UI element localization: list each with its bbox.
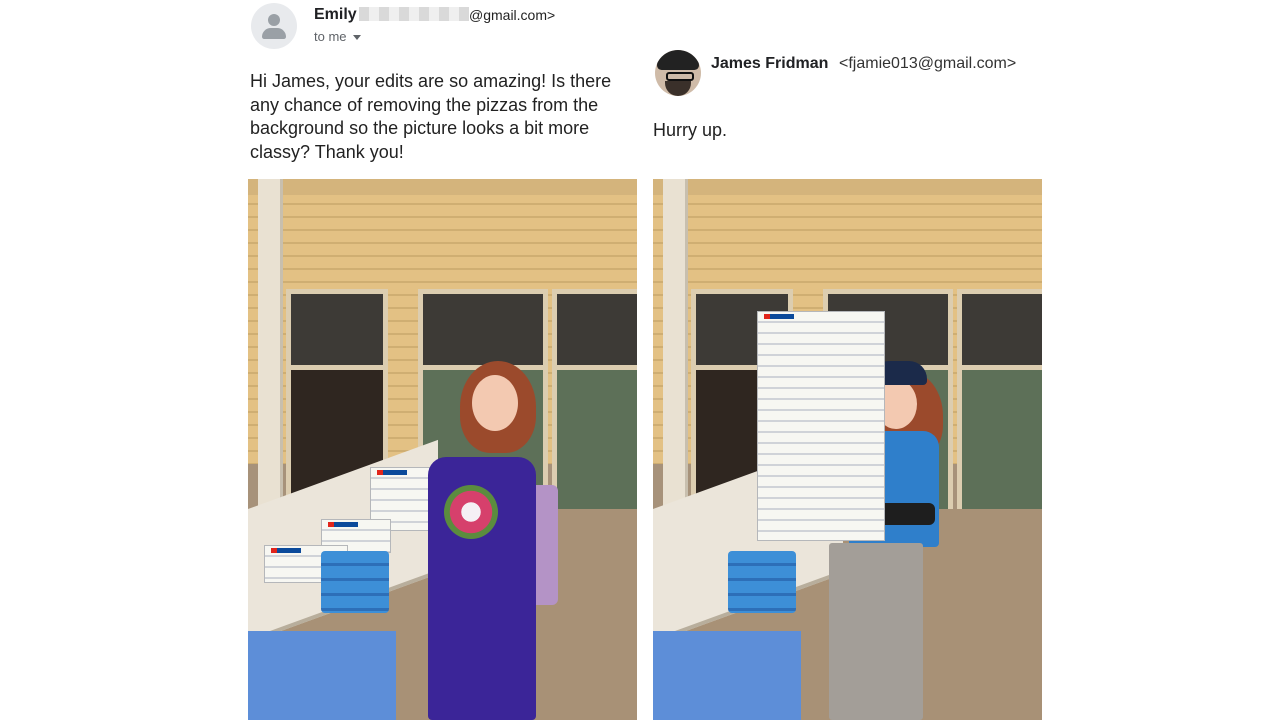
james-email: James Fridman <fjamie013@gmail.com> Hurr… <box>645 0 1050 178</box>
pizza-box-tower <box>757 311 885 541</box>
window <box>418 289 548 371</box>
glass-door <box>957 365 1042 515</box>
caret-down-icon[interactable] <box>352 35 361 41</box>
edited-photo <box>653 179 1042 720</box>
recipient-label: to me <box>314 29 347 44</box>
sender-avatar[interactable] <box>655 50 701 96</box>
eave <box>653 179 1042 195</box>
flower-bouquet <box>444 485 498 539</box>
email-body: Hi James, your edits are so amazing! Is … <box>250 71 612 162</box>
sender-email: <fjamie013@gmail.com> <box>839 55 1017 72</box>
folded-blue-cloths <box>321 551 389 613</box>
window <box>552 289 637 371</box>
sender-name: James Fridman <box>711 55 829 72</box>
sender-email: @gmail.com> <box>469 7 556 23</box>
pillar <box>258 179 283 551</box>
original-photo <box>248 179 637 720</box>
email-body: Hurry up. <box>653 120 728 140</box>
folded-blue-cloths <box>728 551 796 613</box>
glass-door <box>552 365 637 515</box>
emily-email: Emily @gmail.com> to me Hi James, your e… <box>243 0 645 178</box>
recipient-dropdown[interactable]: to me <box>314 29 361 44</box>
window <box>957 289 1042 371</box>
grey-trousers <box>829 543 923 720</box>
tablecloth <box>248 631 396 720</box>
tablecloth <box>653 631 801 720</box>
eave <box>248 179 637 195</box>
pillar <box>663 179 688 551</box>
redacted-email-block <box>359 7 469 21</box>
sender-name: Emily <box>314 6 357 23</box>
window <box>286 289 388 371</box>
person-silhouette-icon[interactable] <box>251 3 297 49</box>
face <box>472 375 518 431</box>
